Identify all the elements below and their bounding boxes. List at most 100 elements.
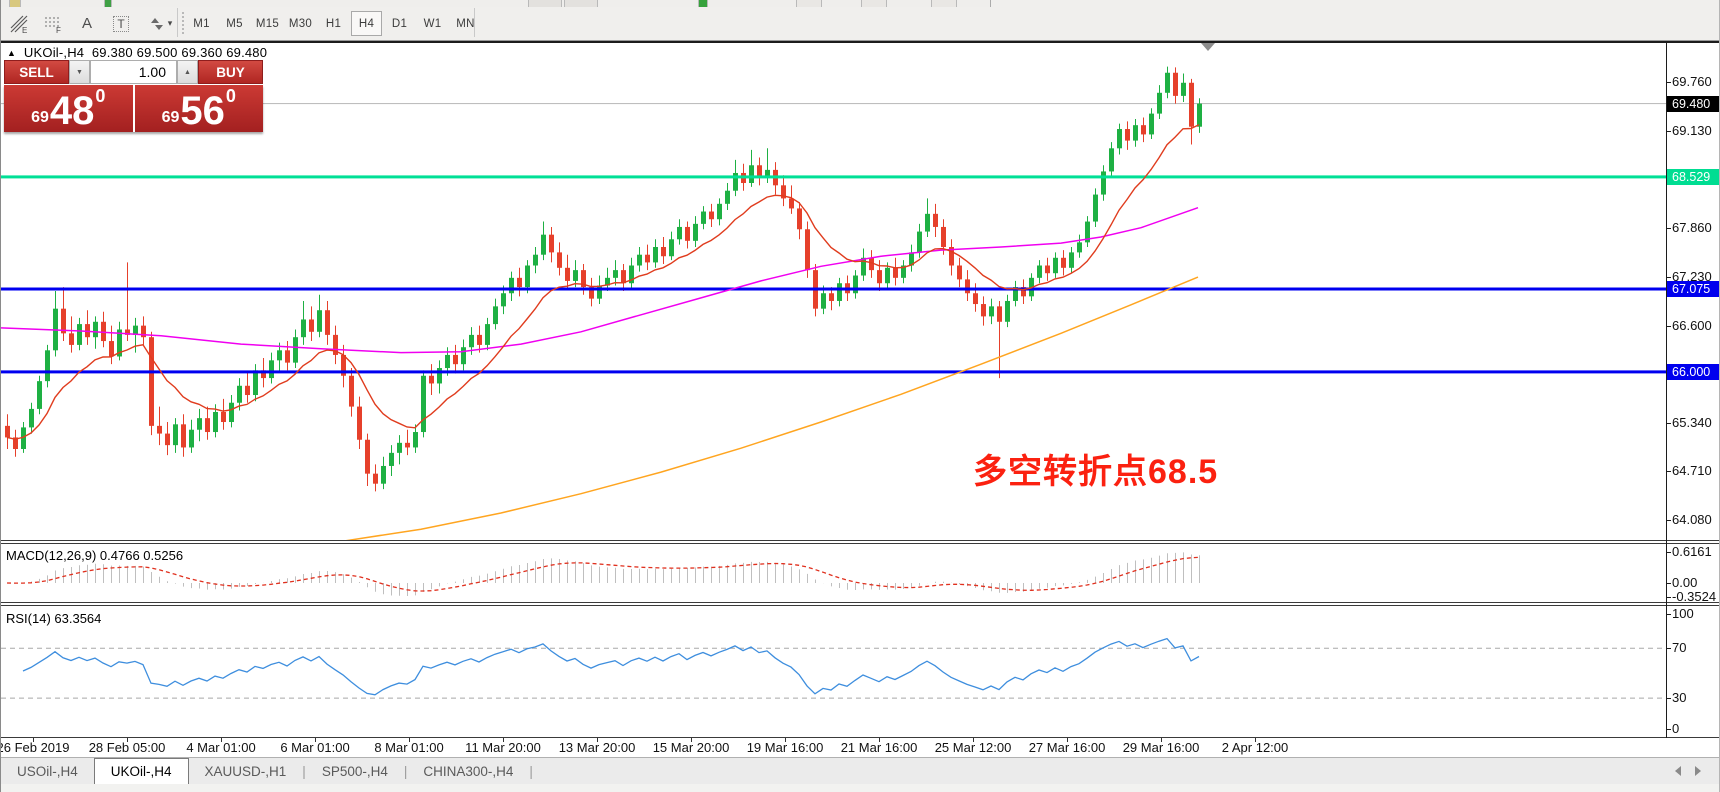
price-axis[interactable] (1666, 41, 1667, 738)
date-axis-label: 21 Mar 16:00 (841, 740, 918, 755)
date-axis-label: 29 Mar 16:00 (1123, 740, 1200, 755)
date-axis-label: 11 Mar 20:00 (465, 740, 541, 755)
open-value: 69.380 (92, 45, 133, 60)
timeframe-button-m30[interactable]: M30 (285, 11, 316, 36)
chart-shift-marker-icon[interactable] (1201, 43, 1215, 51)
buy-price-display[interactable]: 69 56 0 (135, 85, 264, 132)
sell-button[interactable]: SELL (4, 60, 69, 84)
tab-scroll-left-icon[interactable] (1675, 766, 1681, 776)
cutoff-toolbar-icon (528, 0, 562, 7)
sell-price-display[interactable]: 69 48 0 (4, 85, 135, 132)
macd-tick (1666, 597, 1671, 598)
price-tick (1666, 82, 1671, 83)
date-axis-label: 27 Mar 16:00 (1029, 740, 1106, 755)
macd-label: MACD(12,26,9) 0.4766 0.5256 (6, 548, 183, 563)
timeframe-button-h4[interactable]: H4 (351, 11, 382, 36)
chart-tab-ukoilh4[interactable]: UKOil-,H4 (94, 758, 189, 784)
tab-scroll-buttons (1675, 757, 1701, 784)
date-axis-label: 15 Mar 20:00 (653, 740, 730, 755)
rsi-axis-label: 100 (1672, 606, 1720, 622)
hatch-e-tool-icon[interactable]: E (5, 10, 33, 37)
timeframe-button-h1[interactable]: H1 (318, 11, 349, 36)
text-tool-icon[interactable]: A (73, 10, 101, 37)
rsi-axis-label: 0 (1672, 721, 1720, 737)
price-tick (1666, 277, 1671, 278)
rsi-tick (1666, 614, 1671, 615)
cutoff-toolbar-icon (861, 0, 887, 7)
symbol-ohlc-header: ▲ UKOil-,H4 69.380 69.500 69.360 69.480 (7, 45, 267, 60)
price-axis-label: 64.710 (1672, 463, 1720, 479)
date-axis-label: 28 Feb 05:00 (89, 740, 166, 755)
chart-tab-usoilh4[interactable]: USOil-,H4 (1, 758, 94, 784)
price-axis-label: 69.130 (1672, 123, 1720, 139)
rsi-tick (1666, 729, 1671, 730)
price-tick (1666, 423, 1671, 424)
price-tick (1666, 228, 1671, 229)
sell-price-pip: 0 (95, 87, 105, 105)
cutoff-toolbar-icon (796, 0, 822, 7)
price-axis-label: 66.600 (1672, 318, 1720, 334)
timeframe-button-w1[interactable]: W1 (417, 11, 448, 36)
sell-price-main: 48 (50, 93, 95, 130)
svg-text:F: F (56, 26, 61, 34)
arrow-styles-tool-icon[interactable]: ▾ (141, 10, 181, 37)
chart-annotation-text: 多空转折点68.5 (973, 444, 1218, 493)
date-axis-label: 25 Mar 12:00 (935, 740, 1012, 755)
buy-price-prefix: 69 (162, 110, 180, 126)
timeframe-group: M1M5M15M30H1H4D1W1MN (186, 8, 483, 39)
panel-divider (1, 543, 1720, 544)
date-axis-label: 26 Feb 2019 (0, 740, 70, 755)
chart-tab-china300h4[interactable]: CHINA300-,H4 (407, 758, 529, 784)
chart-tab-sp500h4[interactable]: SP500-,H4 (306, 758, 404, 784)
toolbar-grip[interactable] (182, 12, 184, 34)
svg-text:E: E (22, 26, 27, 34)
buy-price-main: 56 (180, 93, 225, 130)
hatch-f-tool-icon[interactable]: F (39, 10, 67, 37)
tab-scroll-right-icon[interactable] (1695, 766, 1701, 776)
macd-axis-label: 0.6161 (1672, 544, 1720, 560)
timeframe-button-d1[interactable]: D1 (384, 11, 415, 36)
volume-input[interactable]: 1.00 (90, 60, 177, 84)
cutoff-toolbar-icon (104, 0, 112, 7)
price-axis-label: 67.860 (1672, 220, 1720, 236)
panel-divider (1, 737, 1720, 738)
volume-increase-button[interactable]: ▲ (177, 60, 198, 84)
price-badge: 69.480 (1667, 96, 1720, 112)
timeframe-button-m15[interactable]: M15 (252, 11, 283, 36)
timeframe-button-m1[interactable]: M1 (186, 11, 217, 36)
macd-canvas[interactable] (1, 543, 1666, 602)
date-axis-label: 13 Mar 20:00 (559, 740, 636, 755)
toolbar-cut-row (1, 0, 991, 7)
price-tick (1666, 520, 1671, 521)
timeframe-button-mn[interactable]: MN (450, 11, 481, 36)
buy-price-pip: 0 (226, 87, 236, 105)
timeframe-button-m5[interactable]: M5 (219, 11, 250, 36)
volume-decrease-button[interactable]: ▼ (69, 60, 90, 84)
price-badge: 68.529 (1667, 169, 1720, 185)
price-axis-label: 65.340 (1672, 415, 1720, 431)
price-badge: 66.000 (1667, 364, 1720, 380)
sell-price-prefix: 69 (31, 110, 49, 126)
rsi-canvas[interactable] (1, 607, 1666, 736)
rsi-axis-label: 30 (1672, 690, 1720, 706)
label-tool-icon[interactable]: T (107, 10, 135, 37)
price-badge: 67.075 (1667, 281, 1720, 297)
date-axis-label: 2 Apr 12:00 (1222, 740, 1289, 755)
toolbar-separator (474, 8, 475, 37)
one-click-trade-panel: SELL ▼ 1.00 ▲ BUY 69 48 0 69 56 0 (4, 60, 263, 132)
date-axis-label: 6 Mar 01:00 (280, 740, 349, 755)
cutoff-toolbar-icon (698, 0, 708, 7)
cutoff-toolbar-icon (9, 0, 21, 7)
price-axis-label: 64.080 (1672, 512, 1720, 528)
buy-button[interactable]: BUY (198, 60, 263, 84)
symbol-label: UKOil-,H4 (24, 45, 84, 60)
date-axis-label: 4 Mar 01:00 (186, 740, 255, 755)
mt4-window: E F A T ▾ M1M5M15M30H1H4D1W1MN ▲ UKOi (0, 0, 1720, 792)
chart-tab-xauusdh1[interactable]: XAUUSD-,H1 (189, 758, 303, 784)
panel-divider[interactable] (1, 602, 1720, 603)
price-tick (1666, 131, 1671, 132)
tab-separator: | (529, 758, 533, 784)
date-axis-label: 19 Mar 16:00 (747, 740, 824, 755)
panel-divider[interactable] (1, 540, 1720, 541)
up-triangle-icon: ▲ (7, 48, 16, 58)
